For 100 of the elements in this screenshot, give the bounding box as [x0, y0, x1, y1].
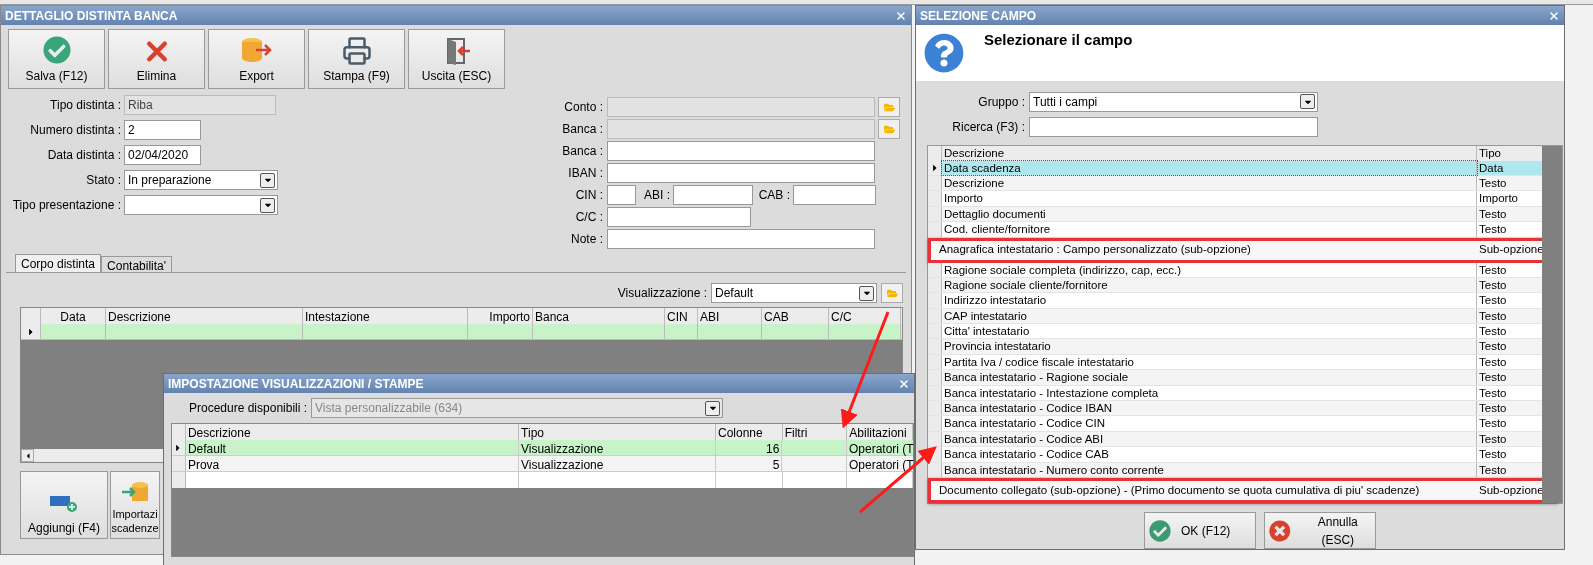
folder-icon	[883, 123, 895, 135]
table-cell: Banca intestatario - Intestazione completa	[942, 385, 1477, 401]
grid-row[interactable]: Banca intestatario - Codice IBAN Testo	[928, 401, 1542, 417]
grid-row[interactable]: Provincia intestatario Testo	[928, 339, 1542, 355]
grid-row[interactable]: Banca intestatario - Ragione sociale Testo	[928, 370, 1542, 386]
table-cell: Indirizzo intestatario	[942, 293, 1477, 308]
close-icon[interactable]	[1548, 9, 1560, 22]
grid-row[interactable]: Importo Importo	[928, 191, 1542, 207]
dropdown[interactable]: Default	[711, 283, 877, 303]
table-cell-text: Importo	[1478, 191, 1519, 206]
grid-row[interactable]: Cod. cliente/fornitore Testo	[928, 222, 1542, 238]
action-button[interactable]: Aggiungi (F4)	[20, 471, 108, 539]
table-cell-text: Sub-opzione	[1478, 482, 1545, 498]
input-field[interactable]	[607, 207, 751, 227]
input-field[interactable]	[1029, 116, 1318, 137]
grid-row[interactable]: Banca intestatario - Codice CAB Testo	[928, 447, 1542, 463]
toolbar-button[interactable]: Export	[208, 29, 305, 89]
table-cell: Ragione sociale cliente/fornitore	[942, 277, 1477, 293]
table-cell: Default	[185, 440, 519, 455]
window-title: SELEZIONE CAMPO	[920, 7, 1036, 25]
field-label: CIN :	[574, 187, 604, 204]
input-field[interactable]: 2	[124, 120, 201, 140]
input-field[interactable]	[673, 185, 753, 205]
table-cell-text: Testo	[1478, 462, 1508, 477]
dialog-heading: Selezionare il campo	[984, 30, 1133, 50]
field-label: Banca :	[561, 143, 604, 160]
folder-button[interactable]	[878, 97, 900, 117]
table-cell-text: Sub-opzione	[1478, 242, 1545, 258]
field-label: Conto :	[563, 99, 604, 116]
table-cell-text: Testo	[1478, 447, 1508, 462]
grid-row[interactable]: Prova Visualizzazione 5 Operatori (T	[172, 456, 913, 472]
input-field[interactable]	[793, 185, 876, 205]
table-cell: 16	[715, 440, 783, 455]
field-label: Gruppo :	[977, 93, 1026, 111]
toolbar-button[interactable]: Stampa (F9)	[308, 29, 405, 89]
column-header[interactable]: Tipo	[1477, 145, 1542, 161]
folder-icon	[883, 101, 895, 113]
grid-row[interactable]: Citta' intestatario Testo	[928, 324, 1542, 340]
table-cell: Banca intestatario - Numero conto corrente	[942, 462, 1477, 477]
folder-button[interactable]	[881, 283, 903, 303]
table-cell-text: Operatori (T	[848, 441, 913, 455]
field-label: Data distinta :	[46, 147, 122, 164]
empty-grid-row[interactable]	[172, 472, 913, 488]
table-cell: Citta' intestatario	[942, 324, 1477, 339]
dialog-button[interactable]: OK (F12)	[1144, 512, 1256, 549]
table-cell: 5	[715, 456, 783, 471]
printer-icon	[341, 36, 372, 66]
table-cell-text: Testo	[1478, 339, 1508, 354]
check-icon	[42, 36, 71, 64]
grid-row[interactable]: Indirizzo intestatario Testo	[928, 293, 1542, 309]
table-cell: Banca intestatario - Codice CAB	[942, 447, 1477, 462]
toolbar-button[interactable]: Uscita (ESC)	[408, 29, 505, 89]
input-field[interactable]	[607, 185, 636, 205]
table-cell-text: Testo	[1478, 370, 1508, 385]
input-field[interactable]	[607, 163, 875, 183]
dropdown[interactable]	[124, 195, 278, 215]
folder-button[interactable]	[878, 119, 900, 139]
table-cell-text: Testo	[1478, 416, 1508, 431]
toolbar-button[interactable]: Elimina	[108, 29, 205, 89]
dropdown[interactable]: Tutti i campi	[1029, 91, 1318, 112]
close-icon[interactable]	[895, 9, 907, 22]
dialog-button[interactable]: Annulla (ESC)	[1264, 512, 1376, 549]
input-field[interactable]	[607, 141, 875, 161]
field-label: Note :	[570, 231, 604, 248]
row-selector[interactable]	[21, 324, 41, 339]
table-cell-text: Testo	[1478, 262, 1508, 277]
tab[interactable]: Contabilita'	[101, 256, 173, 272]
column-header[interactable]: Descrizione	[942, 145, 1477, 161]
field-label: Procedure disponibili :	[189, 400, 308, 417]
close-icon[interactable]	[898, 377, 910, 390]
field-label: ABI :	[643, 187, 671, 204]
check-icon	[1149, 519, 1171, 542]
question-icon	[924, 33, 964, 73]
input-field[interactable]: 02/04/2020	[124, 145, 201, 165]
grid-row[interactable]: Banca intestatario - Codice CIN Testo	[928, 416, 1542, 432]
field-label: IBAN :	[567, 165, 604, 182]
table-cell: Ragione sociale completa (indirizzo, cap, ecc.)	[942, 262, 1477, 277]
dropdown[interactable]: In preparazione	[124, 170, 278, 190]
table-cell: Importo	[942, 191, 1477, 206]
grid-row[interactable]: Default Visualizzazione 16 Operatori (T	[172, 440, 913, 456]
table-cell-text: Testo	[1478, 308, 1508, 324]
scroll-left-icon[interactable]	[21, 449, 34, 462]
add-icon	[49, 493, 79, 513]
table-cell: CAP intestatario	[942, 308, 1477, 324]
scrollbar-track[interactable]	[1542, 145, 1562, 503]
field-label: Tipo distinta :	[49, 97, 122, 114]
field-label: CAB :	[757, 187, 791, 204]
row-selector[interactable]	[172, 440, 186, 455]
table-cell-text: Testo	[1478, 222, 1508, 237]
input-field[interactable]	[607, 229, 875, 249]
tab[interactable]: Corpo distinta	[15, 254, 102, 272]
action-button[interactable]: Importazi scadenze	[110, 471, 160, 539]
field-label: Numero distinta :	[29, 122, 122, 139]
table-cell-text: Testo	[1478, 354, 1508, 370]
toolbar-button[interactable]: Salva (F12)	[8, 29, 105, 89]
table-cell: Data scadenza	[942, 160, 1477, 175]
table-cell: Descrizione	[942, 175, 1477, 191]
field-label: Banca :	[561, 121, 604, 138]
table-cell-text: Testo	[1478, 401, 1508, 416]
table-cell-text: Testo	[1478, 175, 1508, 191]
